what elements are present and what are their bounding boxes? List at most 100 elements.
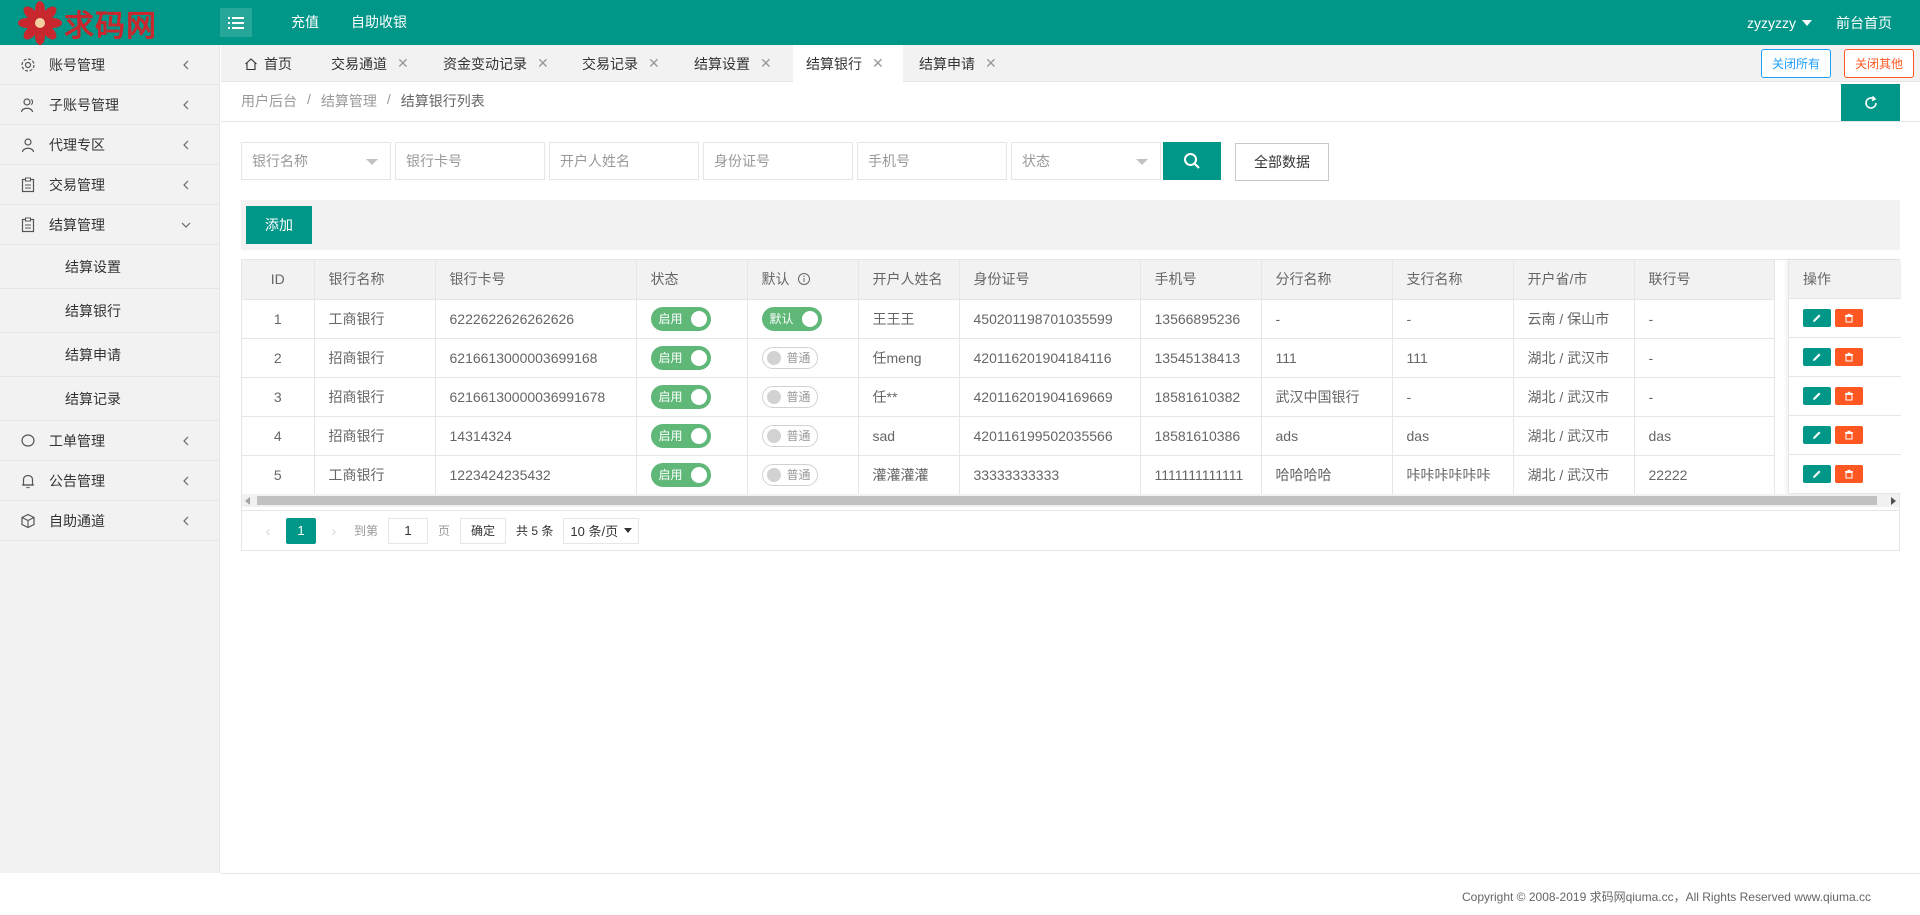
- sidebar-subitem-settle-setting[interactable]: 结算设置: [0, 245, 219, 289]
- column-header[interactable]: 分行名称: [1261, 260, 1393, 300]
- refresh-button[interactable]: [1841, 84, 1900, 121]
- column-header[interactable]: 身份证号: [959, 260, 1141, 300]
- close-icon[interactable]: ✕: [760, 55, 772, 72]
- breadcrumb-item[interactable]: 用户后台: [241, 91, 297, 111]
- holder-name-field[interactable]: [549, 142, 699, 180]
- front-home-link[interactable]: 前台首页: [1836, 13, 1892, 33]
- all-data-button[interactable]: 全部数据: [1235, 143, 1329, 181]
- column-header[interactable]: 手机号: [1140, 260, 1262, 300]
- tab-home[interactable]: 首页: [244, 45, 292, 82]
- status-toggle[interactable]: 启用: [650, 345, 711, 370]
- card-number-field[interactable]: [395, 142, 545, 180]
- tab-settle-setting[interactable]: 结算设置 ✕: [694, 45, 772, 82]
- close-icon[interactable]: ✕: [985, 55, 997, 72]
- breadcrumb-item[interactable]: 结算管理: [321, 91, 377, 111]
- id-card-field[interactable]: [703, 142, 853, 180]
- logo[interactable]: 求码网: [18, 0, 218, 45]
- scroll-right-arrow-icon[interactable]: [1891, 497, 1896, 505]
- sidebar-item-trade[interactable]: 交易管理: [0, 165, 219, 205]
- prev-page-icon[interactable]: ‹: [256, 523, 280, 539]
- table-cell-branch: ads: [1261, 416, 1393, 456]
- default-cell: 默认: [747, 299, 859, 339]
- close-icon[interactable]: ✕: [537, 55, 549, 72]
- edit-button[interactable]: [1803, 309, 1831, 327]
- close-icon[interactable]: ✕: [397, 55, 409, 72]
- phone-field[interactable]: [857, 142, 1007, 180]
- nav-self-cashier[interactable]: 自助收银: [335, 0, 423, 45]
- info-icon[interactable]: [797, 272, 811, 286]
- add-button[interactable]: 添加: [246, 206, 312, 244]
- column-header[interactable]: 默认: [747, 260, 859, 300]
- sidebar-item-notice[interactable]: 公告管理: [0, 461, 219, 501]
- tab-settle-apply[interactable]: 结算申请 ✕: [919, 45, 997, 82]
- refresh-icon: [1864, 95, 1877, 109]
- sidebar-subitem-settle-apply[interactable]: 结算申请: [0, 333, 219, 377]
- column-header[interactable]: 联行号: [1634, 260, 1775, 300]
- close-other-tabs-button[interactable]: 关闭其他: [1844, 49, 1914, 78]
- status-toggle[interactable]: 启用: [650, 384, 711, 409]
- nav-recharge[interactable]: 充值: [275, 0, 335, 45]
- sidebar-item-account[interactable]: 账号管理: [0, 45, 219, 85]
- table-cell-id: 5: [242, 455, 315, 495]
- sidebar-item-agent[interactable]: 代理专区: [0, 125, 219, 165]
- default-toggle[interactable]: 普通: [761, 424, 818, 447]
- id-card-input[interactable]: [714, 143, 852, 179]
- goto-confirm-button[interactable]: 确定: [460, 517, 507, 544]
- status-toggle[interactable]: 启用: [650, 306, 711, 331]
- card-number-input[interactable]: [406, 143, 544, 179]
- sidebar-item-ticket[interactable]: 工单管理: [0, 421, 219, 461]
- edit-button[interactable]: [1803, 465, 1831, 483]
- tab-trade-record[interactable]: 交易记录 ✕: [582, 45, 660, 82]
- column-header[interactable]: 银行名称: [314, 260, 436, 300]
- column-header[interactable]: 银行卡号: [435, 260, 637, 300]
- default-toggle[interactable]: 普通: [761, 346, 818, 369]
- holder-name-input[interactable]: [560, 143, 698, 179]
- sidebar-item-settlement[interactable]: 结算管理: [0, 205, 219, 245]
- status-toggle[interactable]: 启用: [650, 423, 711, 448]
- table-cell-name: 灌灌灌灌: [858, 455, 960, 495]
- tab-fund-change[interactable]: 资金变动记录 ✕: [443, 45, 549, 82]
- horizontal-scrollbar[interactable]: [242, 494, 1899, 507]
- delete-button[interactable]: [1835, 465, 1863, 483]
- goto-page-input[interactable]: 1: [388, 517, 429, 544]
- tab-settle-bank[interactable]: 结算银行 ✕: [793, 45, 903, 82]
- scroll-left-arrow-icon[interactable]: [245, 497, 250, 505]
- user-menu[interactable]: zyzyzzy: [1747, 15, 1812, 31]
- scrollbar-thumb[interactable]: [257, 496, 1877, 505]
- column-header[interactable]: 支行名称: [1392, 260, 1514, 300]
- toggle-knob: [690, 349, 707, 366]
- column-header[interactable]: 开户省/市: [1513, 260, 1635, 300]
- column-header[interactable]: ID: [242, 260, 315, 300]
- default-toggle[interactable]: 普通: [761, 385, 818, 408]
- sidebar-subitem-settle-record[interactable]: 结算记录: [0, 377, 219, 421]
- toggle-label: 启用: [658, 468, 683, 482]
- edit-button[interactable]: [1803, 387, 1831, 405]
- bank-name-select[interactable]: 银行名称: [241, 142, 391, 180]
- close-icon[interactable]: ✕: [648, 55, 660, 72]
- delete-button[interactable]: [1835, 348, 1863, 366]
- default-toggle[interactable]: 默认: [761, 306, 822, 331]
- delete-button[interactable]: [1835, 426, 1863, 444]
- column-header[interactable]: 开户人姓名: [858, 260, 960, 300]
- sidebar-item-subaccount[interactable]: 子账号管理: [0, 85, 219, 125]
- next-page-icon[interactable]: ›: [322, 523, 346, 539]
- edit-button[interactable]: [1803, 348, 1831, 366]
- menu-toggle-button[interactable]: [220, 8, 252, 37]
- close-icon[interactable]: ✕: [872, 55, 884, 72]
- sidebar-subitem-settle-bank[interactable]: 结算银行: [0, 289, 219, 333]
- phone-input[interactable]: [868, 143, 1006, 179]
- delete-button[interactable]: [1835, 309, 1863, 327]
- delete-button[interactable]: [1835, 387, 1863, 405]
- status-toggle[interactable]: 启用: [650, 462, 711, 487]
- search-button[interactable]: [1163, 142, 1221, 180]
- tab-trade-channel[interactable]: 交易通道 ✕: [331, 45, 409, 82]
- sidebar-item-self-channel[interactable]: 自助通道: [0, 501, 219, 541]
- close-all-tabs-button[interactable]: 关闭所有: [1761, 49, 1831, 78]
- trash-icon: [1845, 469, 1853, 479]
- column-header[interactable]: 状态: [636, 260, 748, 300]
- edit-button[interactable]: [1803, 426, 1831, 444]
- default-toggle[interactable]: 普通: [761, 463, 818, 486]
- current-page-button[interactable]: 1: [286, 517, 316, 544]
- page-size-select[interactable]: 10 条/页: [563, 517, 640, 544]
- status-select[interactable]: 状态: [1011, 142, 1161, 180]
